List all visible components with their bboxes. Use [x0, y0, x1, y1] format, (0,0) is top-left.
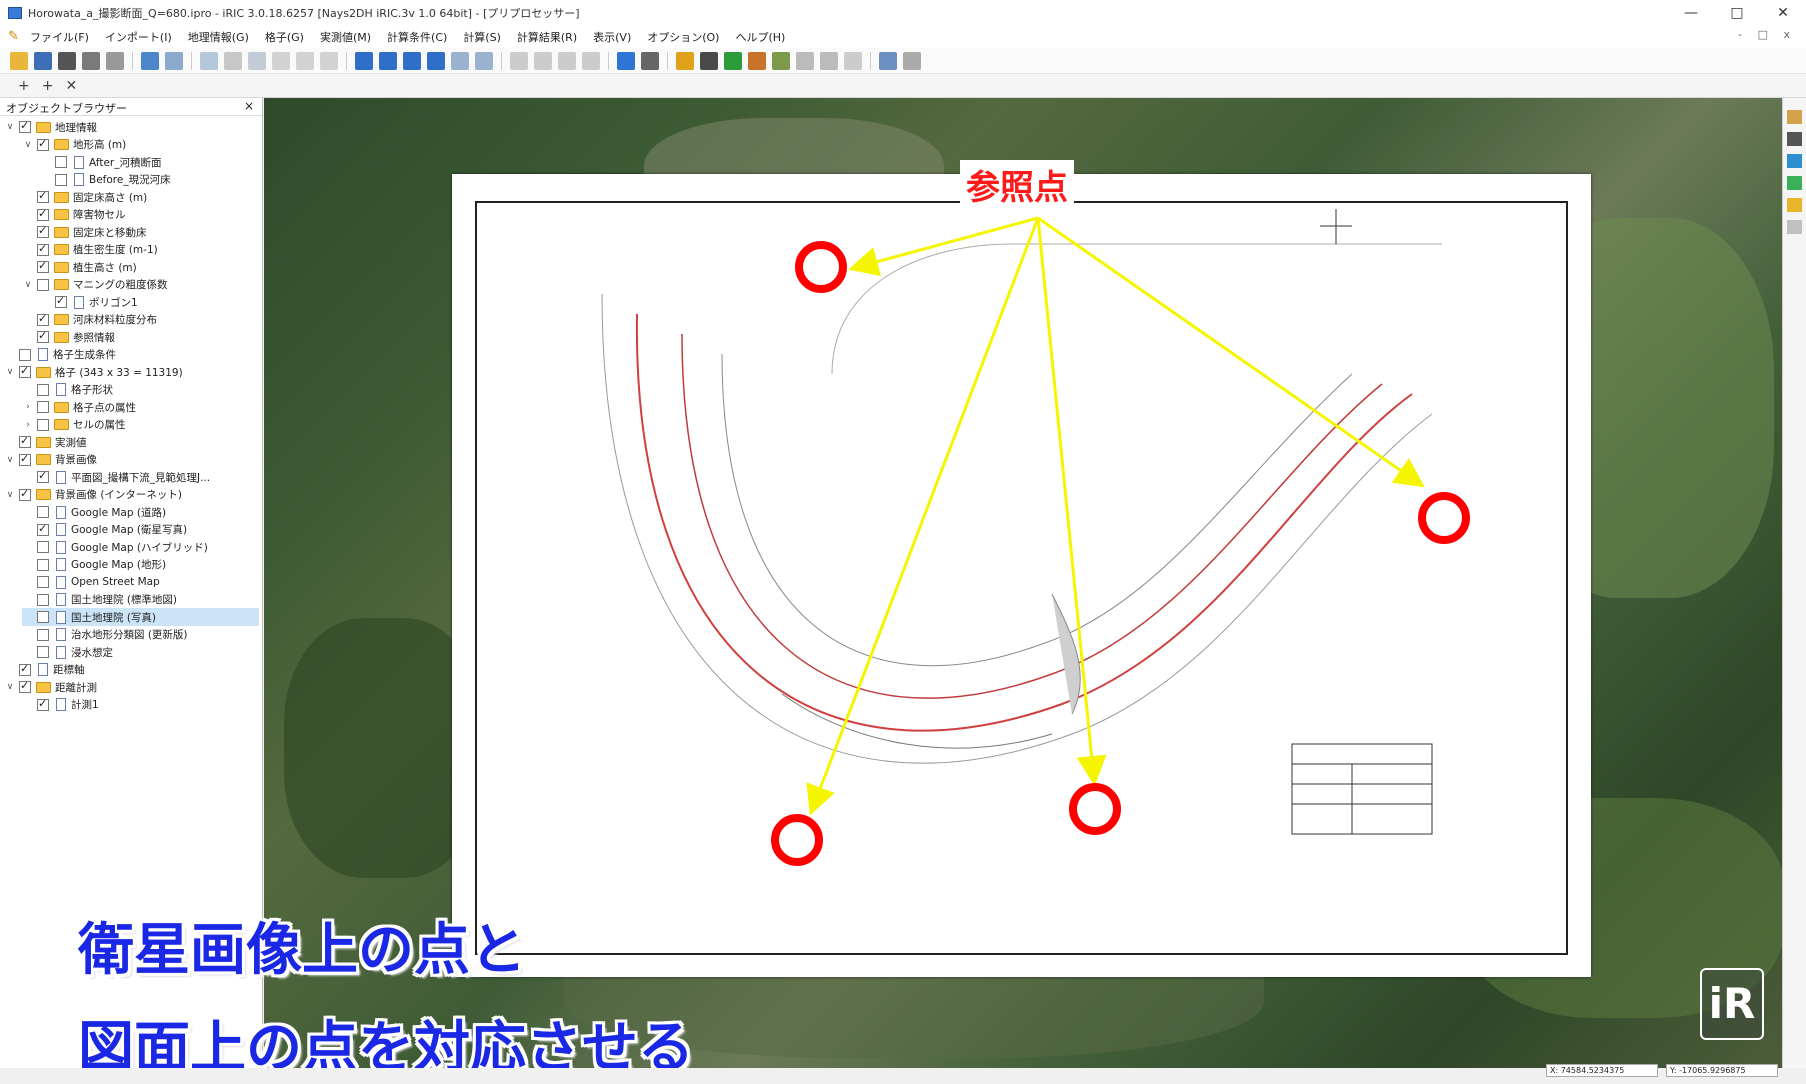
arrow-to-point-4 — [1037, 216, 1425, 488]
x-coordinate-readout: X: 74584.5234375 — [1546, 1064, 1658, 1077]
y-coordinate-readout: Y: -17065.9296875 — [1666, 1064, 1778, 1077]
status-bar — [0, 1068, 1806, 1077]
reference-point-marker — [771, 814, 823, 866]
reference-point-marker — [1069, 783, 1121, 835]
iric-logo: iR — [1700, 968, 1764, 1040]
arrow-to-point-2 — [806, 217, 1040, 816]
arrow-to-point-3 — [1036, 217, 1107, 786]
caption-line-1: 衛星画像上の点と — [78, 918, 526, 983]
arrow-to-point-1 — [848, 216, 1039, 277]
reference-point-marker — [1418, 492, 1470, 544]
reference-point-marker — [795, 241, 847, 293]
